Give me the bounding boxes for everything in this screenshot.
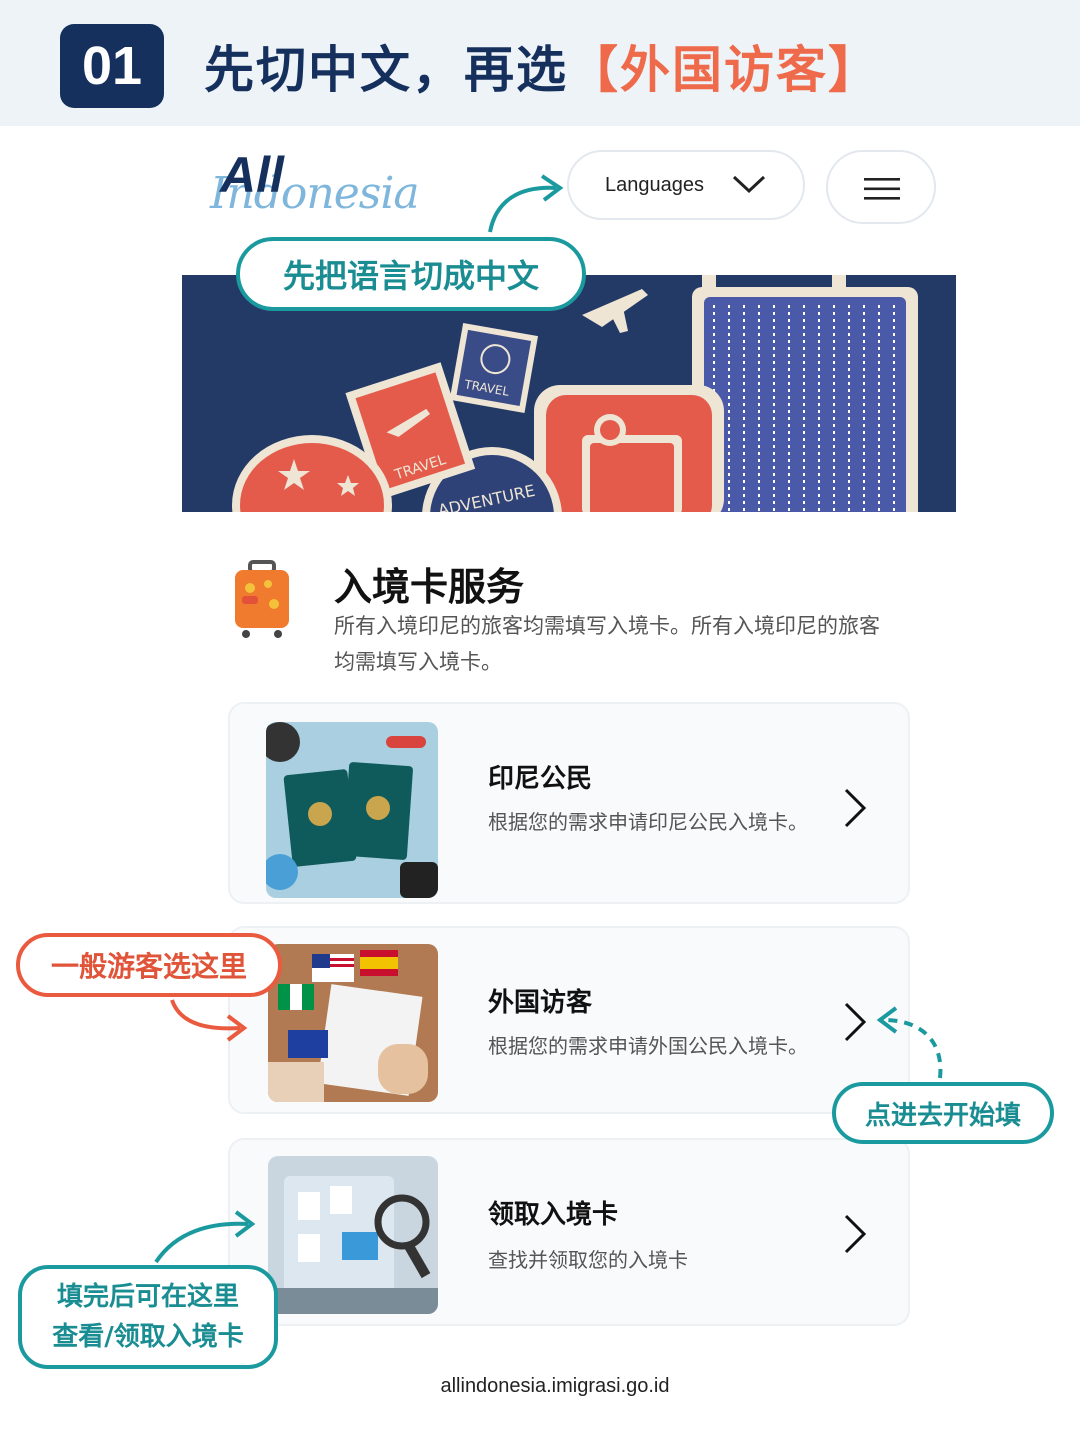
languages-dropdown[interactable]: Languages bbox=[567, 150, 805, 220]
suitcase-icon bbox=[235, 560, 289, 638]
document-search-photo bbox=[268, 1156, 438, 1314]
all-indonesia-logo[interactable]: Indonesia All bbox=[210, 146, 420, 226]
passport-photo bbox=[266, 722, 438, 898]
card-description: 根据您的需求申请外国公民入境卡。 bbox=[488, 1034, 808, 1058]
chevron-down-icon bbox=[732, 175, 766, 194]
step-title: 先切中文，再选【外国访客】 bbox=[204, 30, 880, 102]
callout-after-filling: 填完后可在这里 查看/领取入境卡 bbox=[18, 1265, 278, 1369]
step-title-highlight: 【外国访客】 bbox=[568, 41, 880, 99]
callout-switch-language: 先把语言切成中文 bbox=[236, 237, 586, 311]
service-title: 入境卡服务 bbox=[334, 565, 525, 609]
instruction-bar: 01 先切中文，再选【外国访客】 bbox=[0, 0, 1080, 126]
flags-paperwork-photo bbox=[268, 944, 438, 1102]
card-title: 领取入境卡 bbox=[488, 1200, 619, 1230]
callout-after-filling-line1: 填完后可在这里 bbox=[56, 1282, 239, 1312]
callout-general-visitors: 一般游客选这里 bbox=[16, 933, 282, 997]
chevron-right-icon bbox=[844, 788, 867, 828]
languages-label: Languages bbox=[605, 173, 704, 196]
card-title: 印尼公民 bbox=[488, 764, 593, 794]
step-title-text: 先切中文，再选 bbox=[204, 41, 568, 99]
callout-click-to-start: 点进去开始填 bbox=[832, 1082, 1054, 1144]
card-foreign-visitor[interactable]: 外国访客 根据您的需求申请外国公民入境卡。 bbox=[228, 926, 910, 1114]
hamburger-icon bbox=[864, 178, 900, 200]
logo-all-text: All bbox=[220, 147, 284, 203]
card-description: 查找并领取您的入境卡 bbox=[488, 1248, 688, 1272]
card-title: 外国访客 bbox=[488, 988, 593, 1018]
card-description: 根据您的需求申请印尼公民入境卡。 bbox=[488, 810, 808, 834]
chevron-right-icon bbox=[844, 1214, 867, 1254]
service-description: 所有入境印尼的旅客均需填写入境卡。所有入境印尼的旅客均需填写入境卡。 bbox=[334, 614, 880, 674]
entry-card-service-header: 入境卡服务 所有入境印尼的旅客均需填写入境卡。所有入境印尼的旅客均需填写入境卡。 bbox=[232, 556, 932, 686]
menu-button[interactable] bbox=[826, 150, 936, 224]
card-retrieve-entry-card[interactable]: 领取入境卡 查找并领取您的入境卡 bbox=[228, 1138, 910, 1326]
callout-after-filling-line2: 查看/领取入境卡 bbox=[52, 1322, 244, 1352]
card-indonesian-citizen[interactable]: 印尼公民 根据您的需求申请印尼公民入境卡。 bbox=[228, 702, 910, 904]
chevron-right-icon bbox=[844, 1002, 867, 1042]
step-number-badge: 01 bbox=[60, 24, 164, 108]
url-bar[interactable]: allindonesia.imigrasi.go.id bbox=[380, 1356, 730, 1416]
